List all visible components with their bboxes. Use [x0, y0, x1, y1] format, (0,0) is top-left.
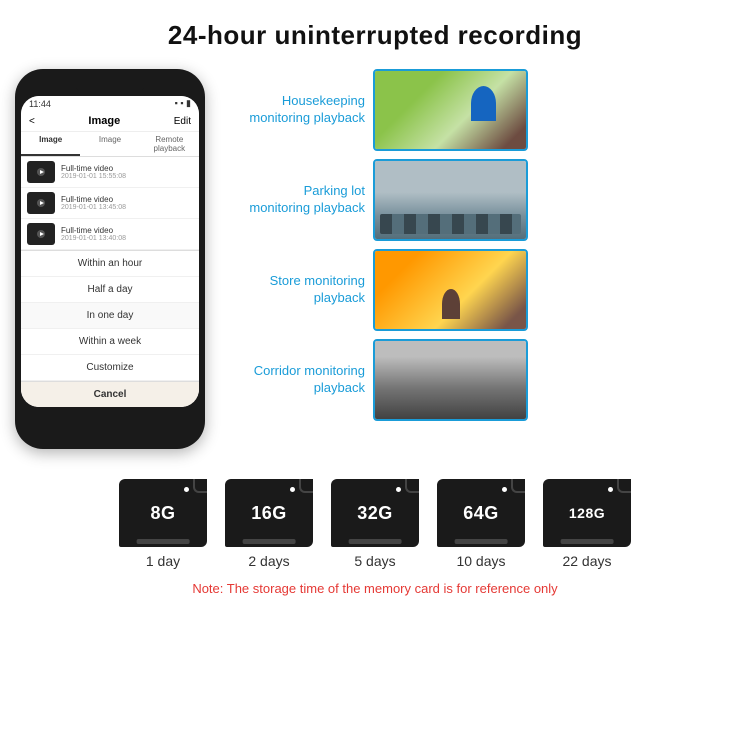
housekeeping-img-bg [375, 71, 526, 149]
phone-screen: 11:44 ▪ ▪ ▮ < Image Edit Image Image Rem… [21, 96, 199, 407]
phone-dropdown: Within an hour Half a day In one day Wit… [21, 250, 199, 407]
sd-days-8g: 1 day [146, 553, 180, 569]
video-date-3: 2019-01-01 13:40:08 [61, 235, 193, 242]
top-section: 11:44 ▪ ▪ ▮ < Image Edit Image Image Rem… [15, 69, 735, 449]
sd-card-dot-8g [184, 487, 189, 492]
sd-card-128g: 128G [543, 479, 631, 547]
sd-days-64g: 10 days [456, 553, 505, 569]
phone-edit-btn[interactable]: Edit [174, 116, 191, 127]
dropdown-item-2[interactable]: Half a day [21, 277, 199, 303]
monitor-row-housekeeping: Housekeepingmonitoring playback [215, 69, 735, 151]
parking-img-bg [375, 161, 526, 239]
parking-cars-pattern [380, 214, 521, 234]
sd-days-128g: 22 days [562, 553, 611, 569]
sd-card-dot-128g [608, 487, 613, 492]
monitor-row-corridor: Corridor monitoringplayback [215, 339, 735, 421]
video-item-1[interactable]: Full-time video 2019-01-01 15:55:08 [21, 157, 199, 188]
monitor-img-store [373, 249, 528, 331]
monitor-label-parking: Parking lotmonitoring playback [215, 183, 365, 217]
phone-nav-bar: < Image Edit [21, 111, 199, 132]
sd-days-16g: 2 days [248, 553, 289, 569]
sd-card-item-8g: 8G 1 day [119, 479, 207, 569]
monitor-img-parking [373, 159, 528, 241]
video-title-3: Full-time video [61, 226, 193, 235]
video-thumb-3 [27, 223, 55, 245]
store-img-bg [375, 251, 526, 329]
page-wrapper: 24-hour uninterrupted recording 11:44 ▪ … [0, 0, 750, 611]
monitor-img-corridor [373, 339, 528, 421]
video-thumb-2 [27, 192, 55, 214]
monitor-img-housekeeping [373, 69, 528, 151]
monitor-row-store: Store monitoringplayback [215, 249, 735, 331]
sd-card-item-128g: 128G 22 days [543, 479, 631, 569]
video-info-1: Full-time video 2019-01-01 15:55:08 [61, 164, 193, 180]
right-section: Housekeepingmonitoring playback Parking … [215, 69, 735, 421]
phone-back-btn[interactable]: < [29, 116, 35, 127]
phone-time: 11:44 [29, 99, 51, 109]
storage-note: Note: The storage time of the memory car… [192, 581, 557, 596]
tab-remote-playback[interactable]: Remote playback [140, 132, 199, 156]
phone-notch [75, 79, 145, 93]
video-item-3[interactable]: Full-time video 2019-01-01 13:40:08 [21, 219, 199, 250]
housekeeping-child-figure [471, 86, 496, 121]
video-date-2: 2019-01-01 13:45:08 [61, 204, 193, 211]
video-title-2: Full-time video [61, 195, 193, 204]
phone-video-list: Full-time video 2019-01-01 15:55:08 Full… [21, 157, 199, 250]
phone-tabs: Image Image Remote playback [21, 132, 199, 157]
video-info-3: Full-time video 2019-01-01 13:40:08 [61, 226, 193, 242]
monitor-label-housekeeping: Housekeepingmonitoring playback [215, 93, 365, 127]
video-thumb-1 [27, 161, 55, 183]
sd-card-item-32g: 32G 5 days [331, 479, 419, 569]
dropdown-item-1[interactable]: Within an hour [21, 251, 199, 277]
sd-card-8g: 8G [119, 479, 207, 547]
corridor-img-bg [375, 341, 526, 419]
dropdown-item-3[interactable]: In one day [21, 303, 199, 329]
dropdown-item-5[interactable]: Customize [21, 355, 199, 381]
video-item-2[interactable]: Full-time video 2019-01-01 13:45:08 [21, 188, 199, 219]
tab-image2[interactable]: Image [80, 132, 139, 156]
sd-card-dot-64g [502, 487, 507, 492]
sd-card-label-32g: 32G [357, 503, 393, 524]
phone-mockup: 11:44 ▪ ▪ ▮ < Image Edit Image Image Rem… [15, 69, 205, 449]
sd-card-item-16g: 16G 2 days [225, 479, 313, 569]
sd-card-label-16g: 16G [251, 503, 287, 524]
sd-card-label-128g: 128G [569, 505, 605, 521]
video-info-2: Full-time video 2019-01-01 13:45:08 [61, 195, 193, 211]
phone-nav-title: Image [88, 115, 120, 127]
phone-icons: ▪ ▪ ▮ [175, 98, 191, 109]
sd-card-item-64g: 64G 10 days [437, 479, 525, 569]
sd-card-32g: 32G [331, 479, 419, 547]
sd-card-label-8g: 8G [150, 503, 175, 524]
sd-days-32g: 5 days [354, 553, 395, 569]
sd-card-label-64g: 64G [463, 503, 499, 524]
phone-status-bar: 11:44 ▪ ▪ ▮ [21, 96, 199, 111]
video-date-1: 2019-01-01 15:55:08 [61, 173, 193, 180]
sd-card-dot-32g [396, 487, 401, 492]
monitor-label-store: Store monitoringplayback [215, 273, 365, 307]
sd-cards-row: 8G 1 day 16G 2 days 32G 5 days [119, 479, 631, 569]
video-title-1: Full-time video [61, 164, 193, 173]
store-person-figure [442, 289, 460, 319]
tab-image[interactable]: Image [21, 132, 80, 156]
sd-card-64g: 64G [437, 479, 525, 547]
storage-section: 8G 1 day 16G 2 days 32G 5 days [15, 479, 735, 596]
sd-card-16g: 16G [225, 479, 313, 547]
dropdown-cancel-btn[interactable]: Cancel [21, 381, 199, 407]
monitor-row-parking: Parking lotmonitoring playback [215, 159, 735, 241]
main-title: 24-hour uninterrupted recording [15, 20, 735, 51]
dropdown-item-4[interactable]: Within a week [21, 329, 199, 355]
monitor-label-corridor: Corridor monitoringplayback [215, 363, 365, 397]
sd-card-dot-16g [290, 487, 295, 492]
